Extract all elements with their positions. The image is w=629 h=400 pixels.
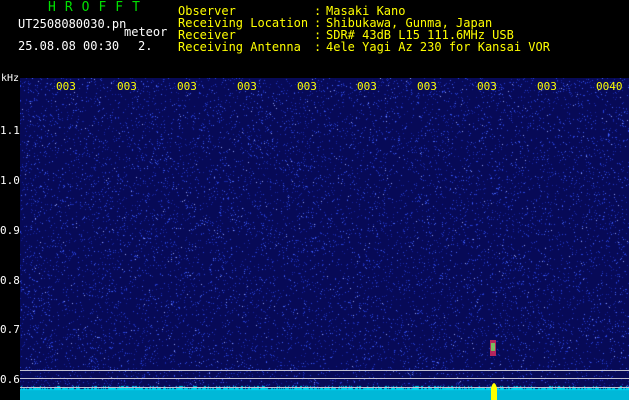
spectrogram bbox=[20, 78, 629, 400]
antenna-label: Receiving Antenna bbox=[178, 40, 301, 54]
x-tick-label: 003 bbox=[417, 80, 437, 93]
y-tick-label: 1.1 bbox=[0, 124, 20, 137]
x-tick-label: 003 bbox=[357, 80, 377, 93]
y-tick-label: 1.0 bbox=[0, 174, 20, 187]
timestamp: 25.08.08 00:30 bbox=[18, 39, 120, 53]
x-tick-label: 003 bbox=[117, 80, 137, 93]
x-tick-label: 003 bbox=[537, 80, 557, 93]
app-title: HROFFT bbox=[48, 0, 149, 15]
meteor-count: 2. bbox=[138, 39, 153, 53]
y-tick-label: 0.9 bbox=[0, 224, 20, 237]
x-tick-label: 003 bbox=[177, 80, 197, 93]
reference-line bbox=[20, 370, 629, 371]
noise-floor-band bbox=[20, 391, 629, 400]
meteor-echo bbox=[490, 340, 497, 400]
x-tick-label: 0040 bbox=[596, 80, 623, 93]
antenna-value: 4ele Yagi Az 230 for Kansai VOR bbox=[326, 40, 550, 54]
x-tick-label: 003 bbox=[477, 80, 497, 93]
y-tick-label: 0.7 bbox=[0, 323, 20, 336]
x-tick-label: 003 bbox=[297, 80, 317, 93]
spectrogram-noise bbox=[20, 78, 629, 400]
y-tick-label: 0.6 bbox=[0, 373, 20, 386]
reference-line bbox=[20, 387, 629, 388]
hrofft-window: HROFFT UT2508080030.pn meteor 25.08.08 0… bbox=[0, 0, 629, 400]
file-name: UT2508080030.pn bbox=[18, 17, 127, 31]
y-tick-label: 0.8 bbox=[0, 274, 20, 287]
frequency-unit-label: kHz bbox=[1, 73, 20, 84]
reference-line bbox=[20, 378, 629, 379]
x-tick-label: 003 bbox=[56, 80, 76, 93]
x-tick-label: 003 bbox=[237, 80, 257, 93]
meteor-label: meteor bbox=[124, 25, 168, 39]
antenna-colon: : bbox=[314, 40, 322, 54]
